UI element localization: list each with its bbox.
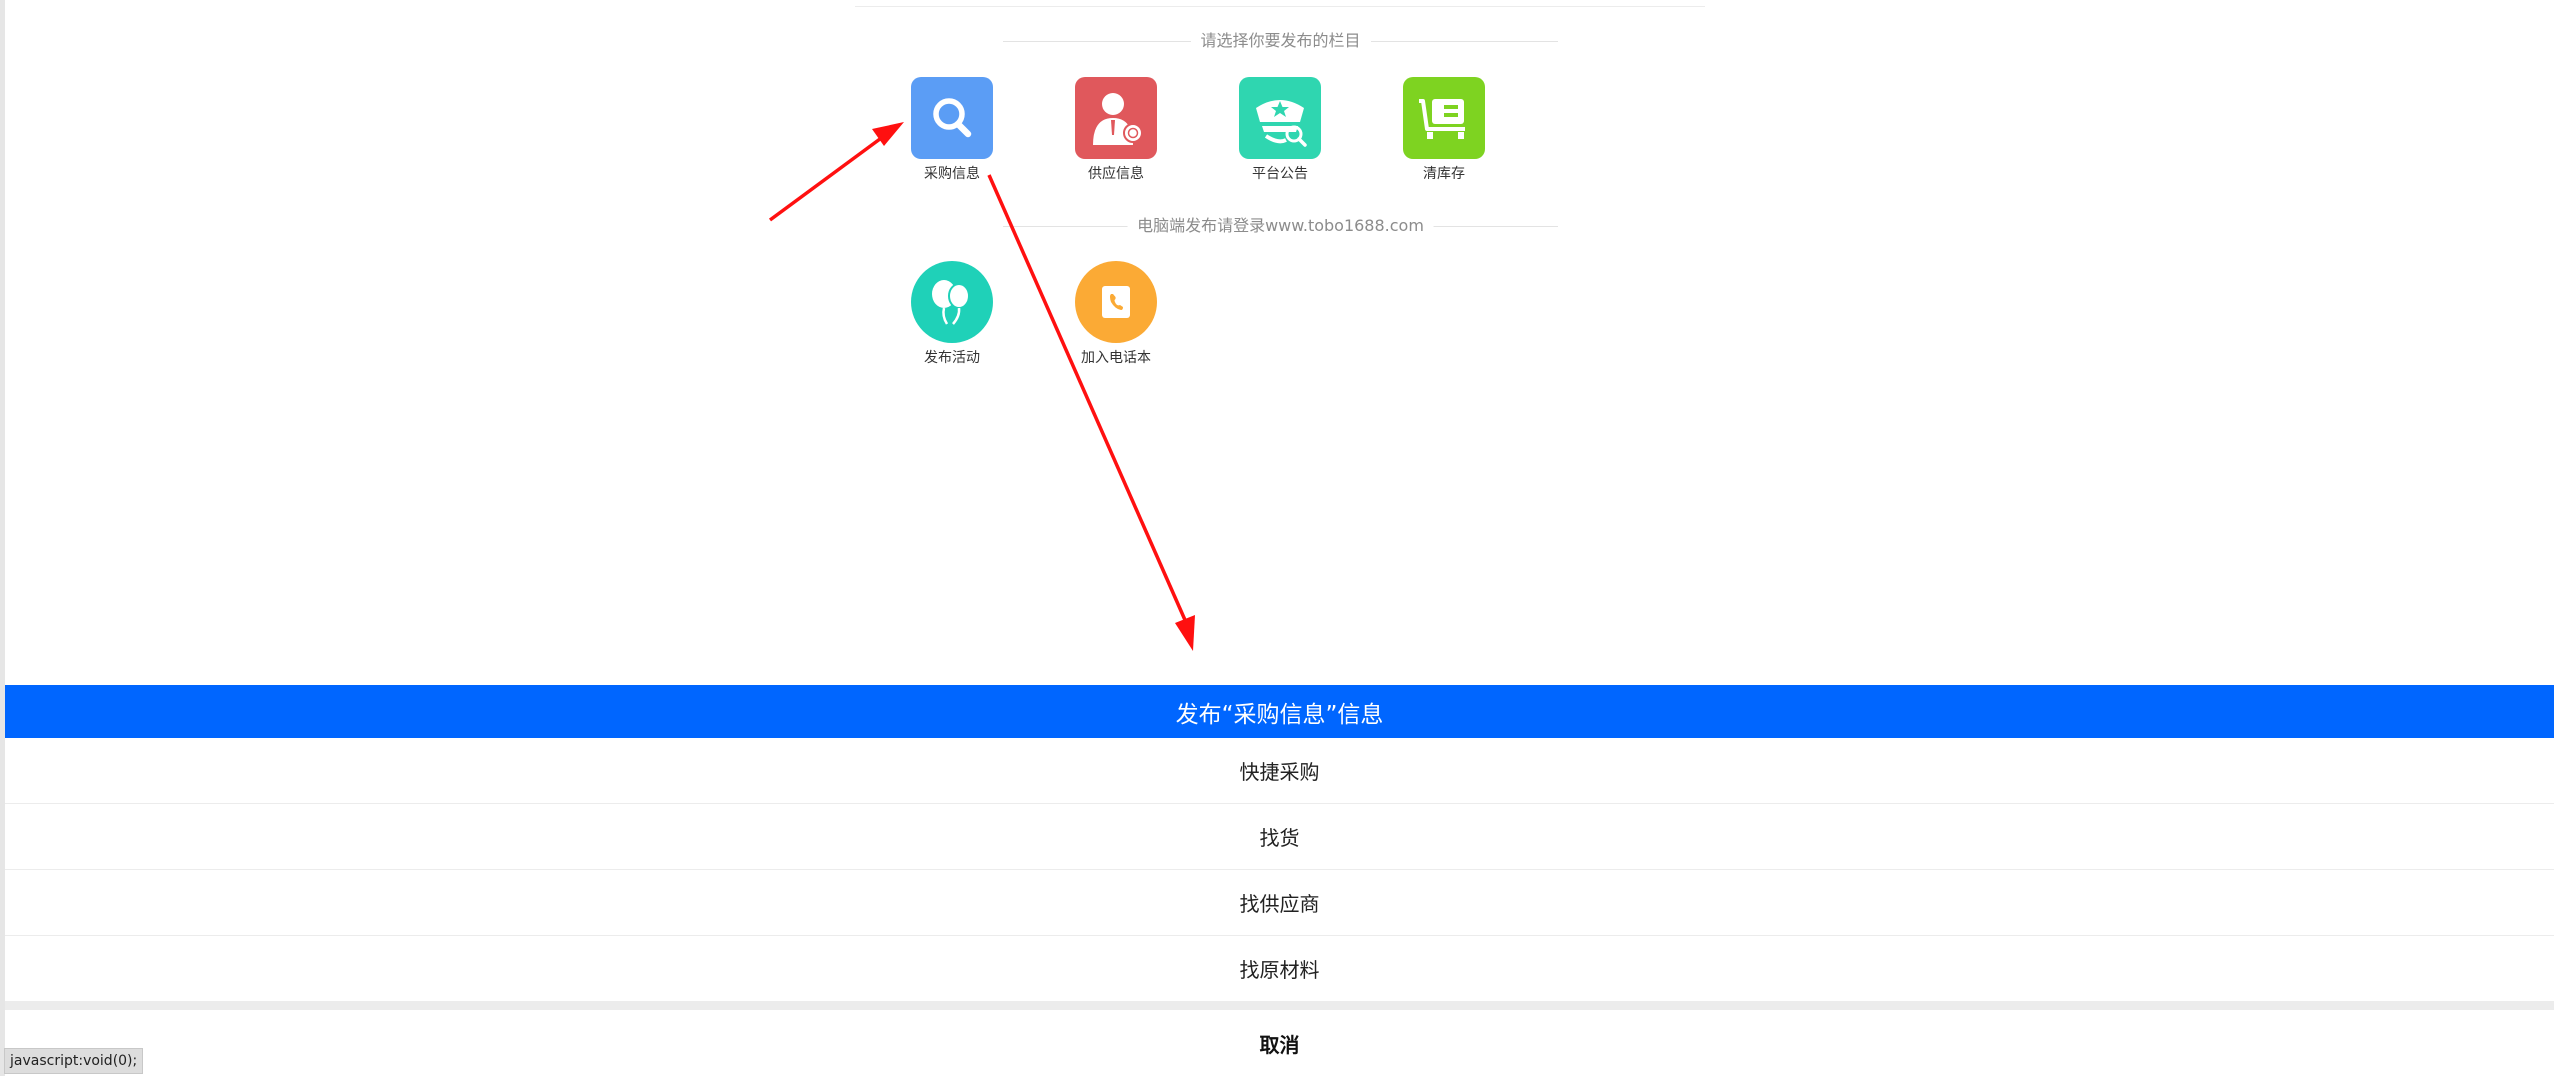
publish-heading-label: 请选择你要发布的栏目 <box>1190 31 1371 51</box>
sheet-gap <box>5 1002 2554 1010</box>
search-icon <box>911 77 993 159</box>
action-sheet: 发布“采购信息”信息 快捷采购 找货 找供应商 找原材料 取消 <box>5 685 2554 1076</box>
phonebook-icon <box>1075 261 1157 343</box>
publish-heading: 请选择你要发布的栏目 <box>1003 31 1558 51</box>
tile-publish-event[interactable]: 发布活动 <box>877 261 1027 368</box>
status-bar-link: javascript:void(0); <box>4 1048 144 1074</box>
tile-add-phonebook[interactable]: 加入电话本 <box>1041 261 1191 368</box>
option-quick-purchase[interactable]: 快捷采购 <box>5 738 2554 804</box>
option-find-supplier[interactable]: 找供应商 <box>5 870 2554 936</box>
pc-notice-label: 电脑端发布请登录www.tobo1688.com <box>1127 216 1434 236</box>
tile-label: 清库存 <box>1423 166 1465 182</box>
tile-label: 加入电话本 <box>1081 350 1151 366</box>
cancel-button[interactable]: 取消 <box>5 1010 2554 1076</box>
option-find-goods[interactable]: 找货 <box>5 804 2554 870</box>
tile-platform-notice[interactable]: 平台公告 <box>1205 77 1355 184</box>
tile-supply-info[interactable]: 供应信息 <box>1041 77 1191 184</box>
balloons-icon <box>911 261 993 343</box>
option-find-raw-materials[interactable]: 找原材料 <box>5 936 2554 1002</box>
supplier-person-icon <box>1075 77 1157 159</box>
announcement-cap-icon <box>1239 77 1321 159</box>
cart-icon <box>1403 77 1485 159</box>
tile-clear-stock[interactable]: 清库存 <box>1369 77 1519 184</box>
tile-label: 采购信息 <box>924 166 980 182</box>
pc-notice: 电脑端发布请登录www.tobo1688.com <box>1003 216 1558 236</box>
tile-label: 供应信息 <box>1088 166 1144 182</box>
action-sheet-title: 发布“采购信息”信息 <box>5 685 2554 738</box>
annotation-arrowhead-2 <box>1175 615 1195 651</box>
annotation-arrow-2 <box>987 174 1187 621</box>
tile-label: 平台公告 <box>1252 166 1308 182</box>
tile-purchase-info[interactable]: 采购信息 <box>877 77 1027 184</box>
annotation-arrow-1 <box>768 134 886 222</box>
top-divider <box>855 6 1705 7</box>
tile-label: 发布活动 <box>924 350 980 366</box>
